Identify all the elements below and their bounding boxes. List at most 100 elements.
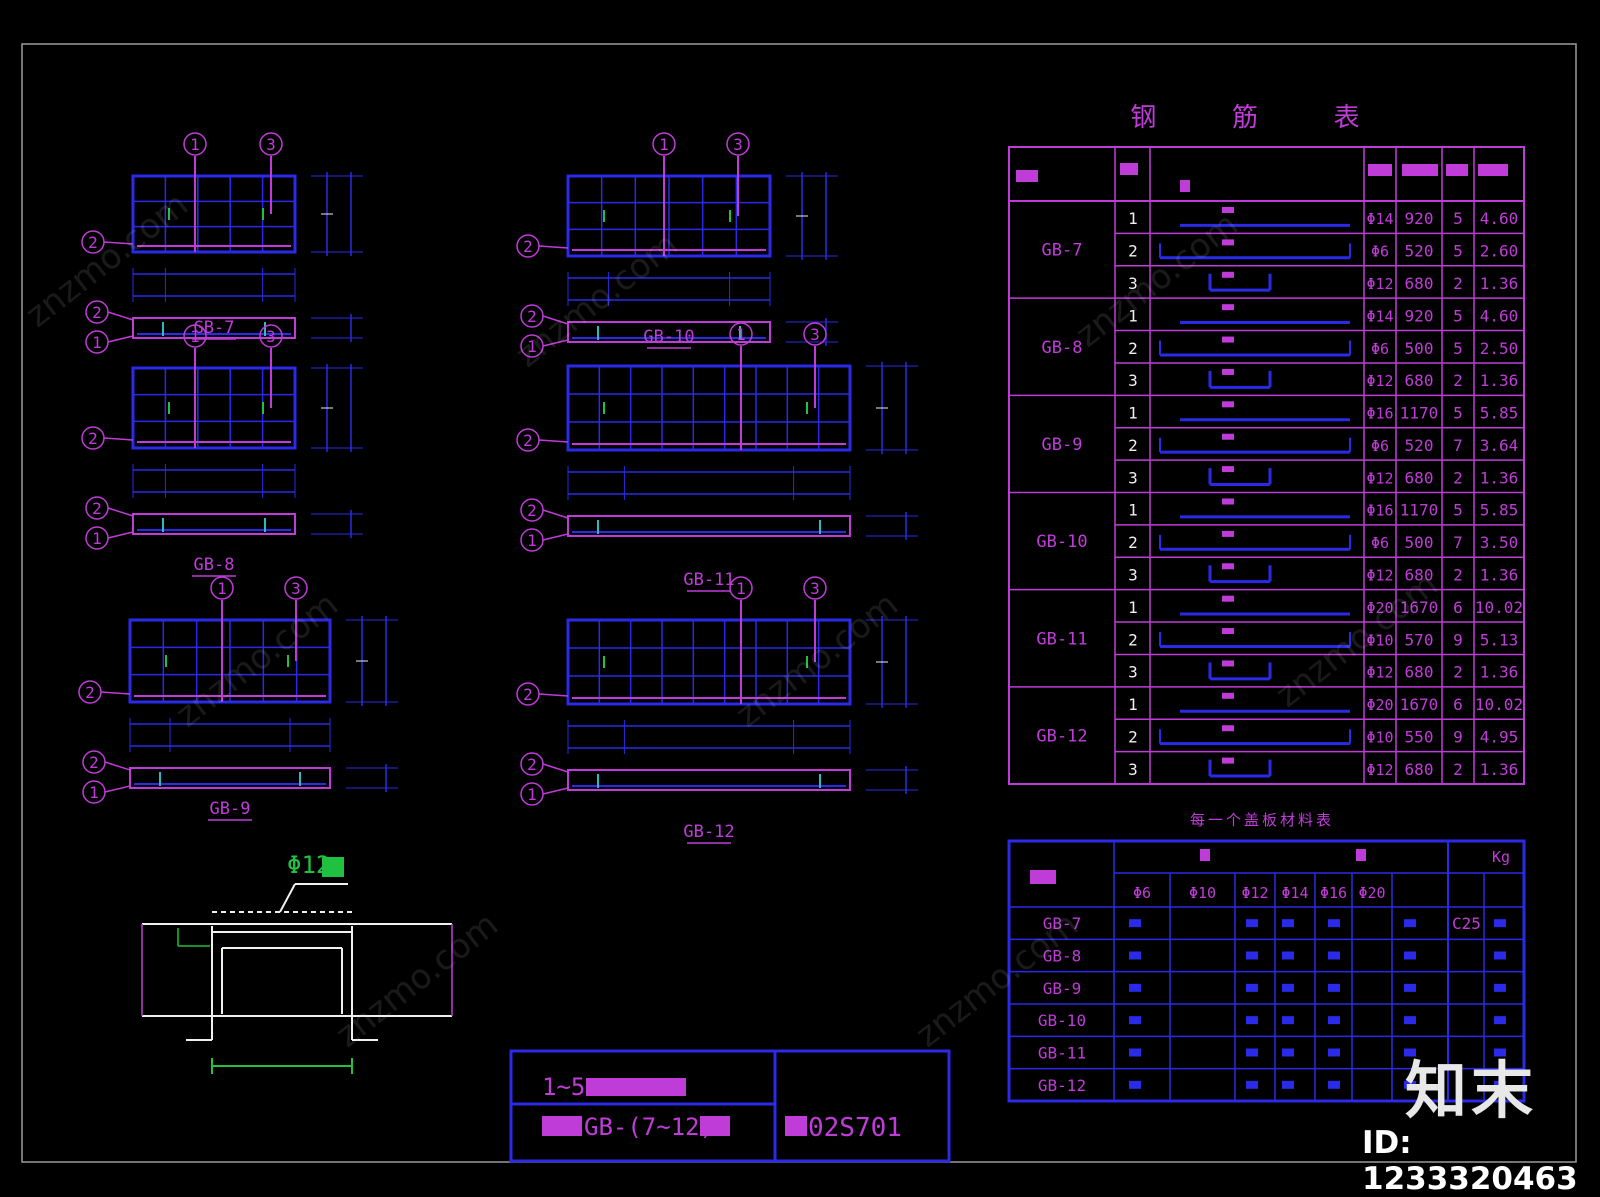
header-glyph xyxy=(1200,849,1210,861)
cell-length: 680 xyxy=(1405,663,1434,682)
cell-length: 1170 xyxy=(1400,404,1439,423)
table-row: 3 Φ12 680 2 1.36 xyxy=(1128,563,1518,584)
cell-diameter: Φ12 xyxy=(1366,372,1393,390)
callout-marker: 3 xyxy=(726,132,750,156)
cell-length: 500 xyxy=(1405,533,1434,552)
leader xyxy=(100,691,131,695)
cell-weight: 10.02 xyxy=(1475,695,1523,714)
table-row: 1 Φ20 1670 6 10.02 xyxy=(1128,595,1523,617)
panel-label: GB-10 xyxy=(643,327,694,347)
callout-label: 3 xyxy=(291,579,301,598)
callout-label: 1 xyxy=(92,333,102,352)
callout-label: 1 xyxy=(92,529,102,548)
callout-label: 2 xyxy=(523,237,533,256)
dimension-bottom xyxy=(567,466,851,500)
cell-length: 680 xyxy=(1405,565,1434,584)
cell-glyph xyxy=(1129,1048,1141,1057)
cell-length: 520 xyxy=(1405,436,1434,455)
panel-drawings: 1 3221GB-71 3221GB-81 3221GB-91 3221 GB-10 1 32… xyxy=(78,132,918,844)
dim-glyph xyxy=(1222,757,1234,764)
title-line-1: 1~5 xyxy=(542,1073,585,1101)
callout-marker: 2 xyxy=(85,300,109,324)
callout-label: 2 xyxy=(523,431,533,450)
panel-plan xyxy=(566,156,772,258)
cell-weight: 10.02 xyxy=(1475,598,1523,617)
title-block: 1~5 GB-(7~12) 02S701 xyxy=(509,1049,951,1163)
dim-glyph xyxy=(1222,271,1234,278)
panel-section xyxy=(567,515,851,537)
table-row: 1 Φ20 1670 6 10.02 xyxy=(1128,692,1523,714)
panel-gb-12: 1 3 2 2 1 GB-12 xyxy=(516,576,918,844)
dim-glyph xyxy=(1222,368,1234,375)
callout-marker: 1 xyxy=(520,528,544,552)
dim-glyph xyxy=(1222,660,1234,667)
cell-glyph xyxy=(1246,1016,1258,1025)
callout-label: 3 xyxy=(733,135,743,154)
cell-weight: 2.50 xyxy=(1480,339,1519,358)
cell-count: 6 xyxy=(1453,695,1463,714)
cell-weight: 3.50 xyxy=(1480,533,1519,552)
cell-no: 2 xyxy=(1128,533,1138,552)
cell-glyph xyxy=(1129,1080,1141,1089)
callout-label: 2 xyxy=(85,683,95,702)
cell-glyph xyxy=(1282,951,1294,960)
material-table-title: 每一个盖板材料表 xyxy=(1190,811,1334,829)
callout-marker: 2 xyxy=(516,428,540,452)
callout-marker: 1 xyxy=(85,330,109,354)
dim-glyph xyxy=(1222,563,1234,570)
cell-glyph xyxy=(1404,919,1416,928)
detail-line xyxy=(279,883,296,913)
leader xyxy=(538,693,569,697)
cell-count: 5 xyxy=(1453,209,1463,228)
dim-glyph xyxy=(1222,207,1234,213)
cell-diameter: Φ20 xyxy=(1366,696,1393,714)
rebar-group-name: GB-10 xyxy=(1036,532,1087,552)
callout-label: 1 xyxy=(89,783,99,802)
dim-glyph xyxy=(1222,401,1234,408)
table-row: 2 Φ10 570 9 5.13 xyxy=(1128,628,1518,649)
cell-no: 3 xyxy=(1128,565,1138,584)
cell-no: 3 xyxy=(1128,274,1138,293)
cell-no: 1 xyxy=(1128,404,1138,423)
panel-gb-8: 1 3 2 2 1 GB-8 xyxy=(81,324,363,577)
table-row: 1 Φ16 1170 5 5.85 xyxy=(1128,401,1519,423)
cell-no: 2 xyxy=(1128,630,1138,649)
rebar-group-name: GB-7 xyxy=(1042,241,1083,261)
cell-weight: 5.85 xyxy=(1480,404,1519,423)
cell-count: 5 xyxy=(1453,339,1463,358)
cell-no: 2 xyxy=(1128,242,1138,261)
panel-section xyxy=(129,767,331,789)
dim-glyph xyxy=(1222,530,1234,537)
cell-weight: 1.36 xyxy=(1480,371,1519,390)
concrete-grade: C25 xyxy=(1452,914,1481,933)
cell-glyph xyxy=(1328,1048,1340,1057)
cell-diameter: Φ6 xyxy=(1371,534,1389,552)
cell-count: 9 xyxy=(1453,727,1463,746)
cell-length: 520 xyxy=(1405,242,1434,261)
cell-no: 3 xyxy=(1128,468,1138,487)
callout-label: 3 xyxy=(810,325,820,344)
cell-diameter: Φ16 xyxy=(1366,502,1393,520)
dimension-right xyxy=(866,362,918,454)
leader xyxy=(107,531,134,539)
callout-marker: 2 xyxy=(520,498,544,522)
callout-marker: 3 xyxy=(259,324,283,348)
cell-length: 500 xyxy=(1405,339,1434,358)
table-row: 3 Φ12 680 2 1.36 xyxy=(1128,660,1518,682)
table-row: 2 Φ10 550 9 4.95 xyxy=(1128,725,1518,746)
cell-glyph xyxy=(1282,1048,1294,1057)
header-glyph xyxy=(1402,164,1438,176)
panel-plan xyxy=(566,600,852,706)
cell-glyph xyxy=(1404,1016,1416,1025)
image-id-label: ID: 1233320463 xyxy=(1362,1125,1578,1197)
cell-count: 5 xyxy=(1453,501,1463,520)
rebar-group-name: GB-8 xyxy=(1042,338,1083,358)
cell-length: 680 xyxy=(1405,371,1434,390)
panel-gb-9: 1 3 2 2 1 GB-9 xyxy=(78,576,398,821)
callout-marker: 1 xyxy=(652,132,676,156)
cell-diameter: Φ10 xyxy=(1366,728,1393,746)
callout-marker: 3 xyxy=(259,132,283,156)
callout-label: 1 xyxy=(190,135,200,154)
cell-diameter: Φ12 xyxy=(1366,664,1393,682)
panel-gb-11: 1 3 2 2 1 GB-11 xyxy=(516,322,918,592)
